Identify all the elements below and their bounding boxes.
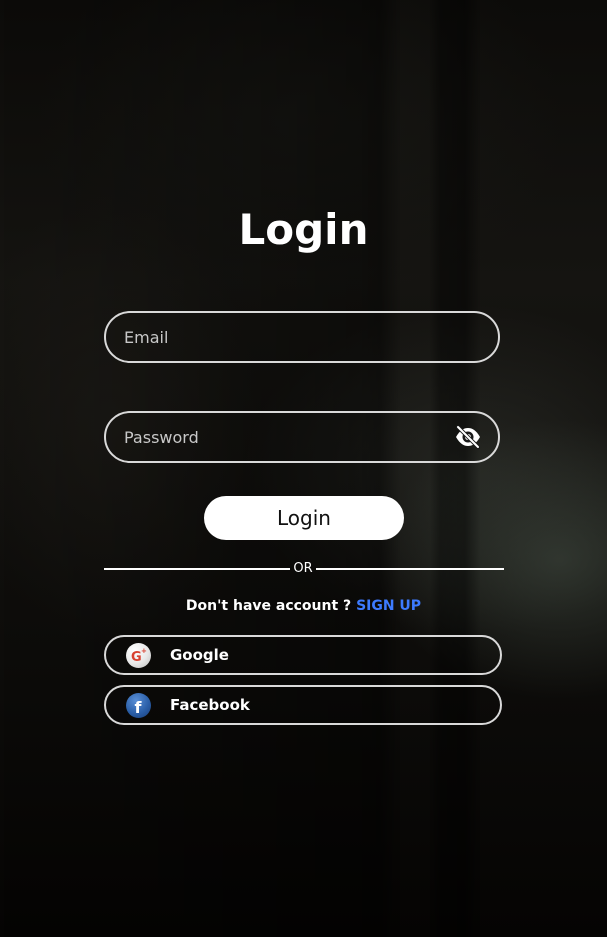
divider-line-right	[316, 568, 504, 570]
facebook-label: Facebook	[170, 696, 250, 714]
page-title: Login	[238, 205, 369, 254]
signup-prompt-text: Don't have account ?	[185, 598, 352, 614]
signup-prompt-row: Don't have account ? SIGN UP	[0, 598, 607, 614]
eye-slash-icon[interactable]	[454, 425, 482, 449]
divider-line-left	[104, 568, 290, 570]
svg-text:+: +	[141, 647, 147, 655]
divider-or-text: OR	[293, 561, 313, 576]
svg-text:f: f	[135, 698, 143, 717]
email-field-container	[104, 311, 500, 363]
google-plus-icon: G +	[126, 643, 151, 668]
password-input[interactable]	[124, 413, 444, 461]
facebook-icon: f	[126, 693, 151, 718]
or-divider: OR	[104, 560, 504, 578]
google-login-button[interactable]: G + Google	[104, 635, 502, 675]
signup-link[interactable]: SIGN UP	[356, 598, 421, 614]
google-label: Google	[170, 646, 229, 664]
login-button[interactable]: Login	[204, 496, 404, 540]
email-input[interactable]	[124, 313, 444, 361]
facebook-login-button[interactable]: f Facebook	[104, 685, 502, 725]
background-tree-shadows	[0, 0, 607, 937]
password-field-container	[104, 411, 500, 463]
